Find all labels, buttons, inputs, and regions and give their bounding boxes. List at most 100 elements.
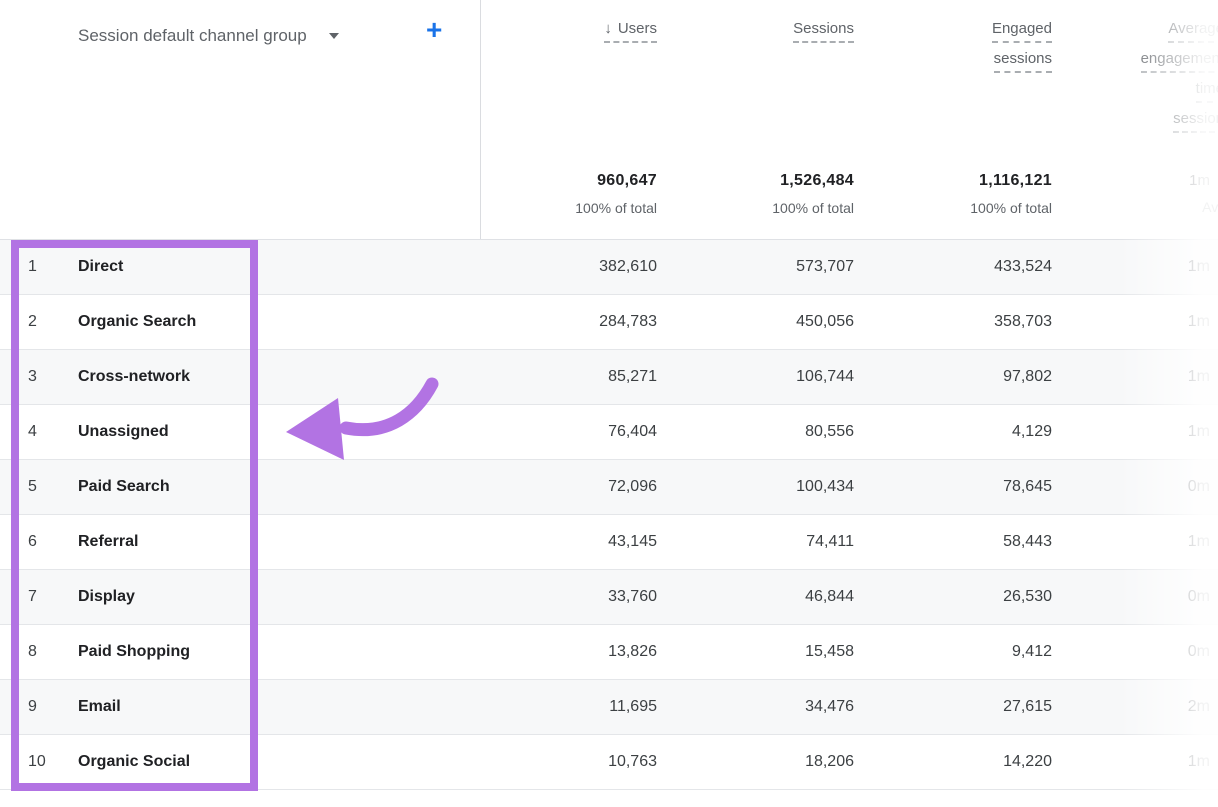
row-index: 10: [28, 735, 62, 789]
column-header-avg-line3: time: [1196, 80, 1218, 103]
column-header-avg-line1: Average: [1168, 20, 1218, 43]
engaged-sessions-value: 14,220: [1003, 735, 1052, 789]
column-header-engaged-sessions[interactable]: Engaged sessions: [992, 20, 1052, 80]
avg-engagement-time-value: 0m: [1188, 625, 1218, 679]
channel-name: Cross-network: [78, 350, 190, 404]
table-row: 2 Organic Search 284,783 450,056 358,703 1m: [0, 295, 1218, 350]
sessions-value: 450,056: [796, 295, 854, 349]
sessions-value: 34,476: [805, 680, 854, 734]
sessions-value: 573,707: [796, 240, 854, 294]
column-header-engaged-line2: sessions: [994, 50, 1052, 73]
avg-engagement-time-value: 0m: [1188, 570, 1218, 624]
total-engaged-sessions: 1,116,121 100% of total: [970, 172, 1052, 216]
dimension-picker[interactable]: Session default channel group: [78, 26, 339, 46]
users-value: 284,783: [599, 295, 657, 349]
channel-name: Display: [78, 570, 135, 624]
column-header-avg-line4: session: [1173, 110, 1218, 133]
add-dimension-button[interactable]: +: [426, 14, 442, 46]
ga4-traffic-acquisition-table: Session default channel group + ↓ Users S…: [0, 0, 1218, 807]
total-avg-engagement-time-subtext: Avg: [1189, 199, 1218, 215]
channel-name: Unassigned: [78, 405, 169, 459]
engaged-sessions-value: 4,129: [1012, 405, 1052, 459]
channel-name: Organic Social: [78, 735, 190, 789]
table-row: 10 Organic Social 10,763 18,206 14,220 1m: [0, 735, 1218, 790]
table-row: 6 Referral 43,145 74,411 58,443 1m: [0, 515, 1218, 570]
sessions-value: 46,844: [805, 570, 854, 624]
engaged-sessions-value: 27,615: [1003, 680, 1052, 734]
column-header-sessions-label: Sessions: [793, 20, 854, 43]
users-value: 72,096: [608, 460, 657, 514]
row-index: 4: [28, 405, 62, 459]
engaged-sessions-value: 78,645: [1003, 460, 1052, 514]
column-header-users[interactable]: ↓ Users: [604, 20, 657, 43]
avg-engagement-time-value: 0m: [1188, 460, 1218, 514]
sort-descending-icon: ↓: [604, 20, 612, 37]
users-value: 13,826: [608, 625, 657, 679]
channel-name: Direct: [78, 240, 123, 294]
total-avg-engagement-time: 1m Avg: [1189, 172, 1218, 215]
total-avg-engagement-time-value: 1m: [1189, 172, 1210, 189]
row-index: 8: [28, 625, 62, 679]
sessions-value: 18,206: [805, 735, 854, 789]
row-index: 5: [28, 460, 62, 514]
sessions-value: 106,744: [796, 350, 854, 404]
avg-engagement-time-value: 1m: [1188, 295, 1218, 349]
chevron-down-icon: [329, 33, 339, 39]
users-value: 382,610: [599, 240, 657, 294]
users-value: 43,145: [608, 515, 657, 569]
engaged-sessions-value: 97,802: [1003, 350, 1052, 404]
avg-engagement-time-value: 1m: [1188, 240, 1218, 294]
users-value: 85,271: [608, 350, 657, 404]
engaged-sessions-value: 358,703: [994, 295, 1052, 349]
channel-name: Organic Search: [78, 295, 196, 349]
engaged-sessions-value: 9,412: [1012, 625, 1052, 679]
column-header-avg-engagement-time[interactable]: Average engagement time session: [1141, 20, 1218, 140]
row-index: 6: [28, 515, 62, 569]
engaged-sessions-value: 433,524: [994, 240, 1052, 294]
total-engaged-sessions-value: 1,116,121: [970, 172, 1052, 190]
total-users-value: 960,647: [575, 172, 657, 190]
total-engaged-sessions-subtext: 100% of total: [970, 200, 1052, 216]
row-index: 1: [28, 240, 62, 294]
table-body: 1 Direct 382,610 573,707 433,524 1m 2 Organic S…: [0, 240, 1218, 790]
row-index: 9: [28, 680, 62, 734]
sessions-value: 15,458: [805, 625, 854, 679]
table-row: 1 Direct 382,610 573,707 433,524 1m: [0, 240, 1218, 295]
column-header-users-label: Users: [618, 20, 657, 37]
table-row: 8 Paid Shopping 13,826 15,458 9,412 0m: [0, 625, 1218, 680]
channel-name: Referral: [78, 515, 138, 569]
engaged-sessions-value: 26,530: [1003, 570, 1052, 624]
channel-name: Paid Search: [78, 460, 170, 514]
table-row: 7 Display 33,760 46,844 26,530 0m: [0, 570, 1218, 625]
table-row: 4 Unassigned 76,404 80,556 4,129 1m: [0, 405, 1218, 460]
total-users: 960,647 100% of total: [575, 172, 657, 216]
table-row: 9 Email 11,695 34,476 27,615 2m: [0, 680, 1218, 735]
row-index: 7: [28, 570, 62, 624]
users-value: 10,763: [608, 735, 657, 789]
total-sessions-value: 1,526,484: [772, 172, 854, 190]
users-value: 76,404: [608, 405, 657, 459]
channel-name: Paid Shopping: [78, 625, 190, 679]
table-row: 5 Paid Search 72,096 100,434 78,645 0m: [0, 460, 1218, 515]
total-users-subtext: 100% of total: [575, 200, 657, 216]
table-row: 3Cross-network85,271106,74497,8021m: [0, 350, 1218, 405]
users-value: 11,695: [609, 680, 657, 734]
sessions-value: 100,434: [796, 460, 854, 514]
dimension-picker-label: Session default channel group: [78, 26, 307, 45]
avg-engagement-time-value: 2m: [1188, 680, 1218, 734]
engaged-sessions-value: 58,443: [1003, 515, 1052, 569]
sessions-value: 80,556: [805, 405, 854, 459]
total-sessions-subtext: 100% of total: [772, 200, 854, 216]
avg-engagement-time-value: 1m: [1188, 515, 1218, 569]
row-index: 2: [28, 295, 62, 349]
avg-engagement-time-value: 1m: [1188, 350, 1218, 404]
channel-name: Email: [78, 680, 121, 734]
column-header-avg-line2: engagement: [1141, 50, 1218, 73]
total-sessions: 1,526,484 100% of total: [772, 172, 854, 216]
users-value: 33,760: [608, 570, 657, 624]
column-header-engaged-line1: Engaged: [992, 20, 1052, 43]
column-header-sessions[interactable]: Sessions: [793, 20, 854, 43]
sessions-value: 74,411: [806, 515, 854, 569]
avg-engagement-time-value: 1m: [1188, 735, 1218, 789]
avg-engagement-time-value: 1m: [1188, 405, 1218, 459]
